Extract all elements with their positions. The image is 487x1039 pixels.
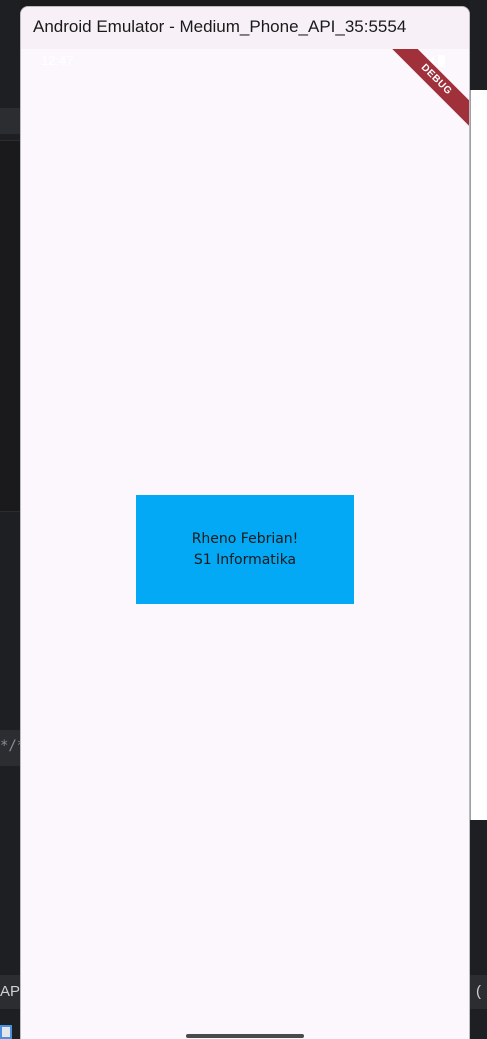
info-text: Rheno Febrian! S1 Informatika (192, 529, 299, 571)
ide-bottom-fragment-right: ( (476, 983, 481, 1000)
emulator-title-bar[interactable]: Android Emulator - Medium_Phone_API_35:5… (21, 7, 469, 49)
gesture-nav-handle[interactable] (186, 1034, 304, 1038)
debug-banner-label: DEBUG (383, 49, 469, 133)
ide-background-left: */* AP (0, 0, 25, 1039)
program-text: S1 Informatika (193, 551, 297, 568)
debug-banner: DEBUG (371, 49, 469, 149)
ide-background-right: ( (470, 0, 487, 1039)
ide-side-panel (470, 90, 487, 820)
device-screen[interactable]: 12:47 DEBUG Rheno Febrian! S1 Informatik… (21, 49, 469, 1039)
ide-panel-strip (0, 140, 20, 512)
info-container: Rheno Febrian! S1 Informatika (136, 495, 354, 604)
ide-bottom-fragment: AP (0, 983, 21, 1000)
taskbar-app-icon[interactable] (0, 1025, 12, 1039)
desktop-stage: */* AP ( Android Emulator - Medium_Phone… (0, 0, 487, 1039)
ide-toolbar-strip (0, 108, 20, 134)
emulator-window: Android Emulator - Medium_Phone_API_35:5… (20, 6, 470, 1039)
window-title: Android Emulator - Medium_Phone_API_35:5… (33, 17, 407, 36)
name-text: Rheno Febrian! (191, 530, 299, 547)
status-time: 12:47 (41, 53, 74, 68)
